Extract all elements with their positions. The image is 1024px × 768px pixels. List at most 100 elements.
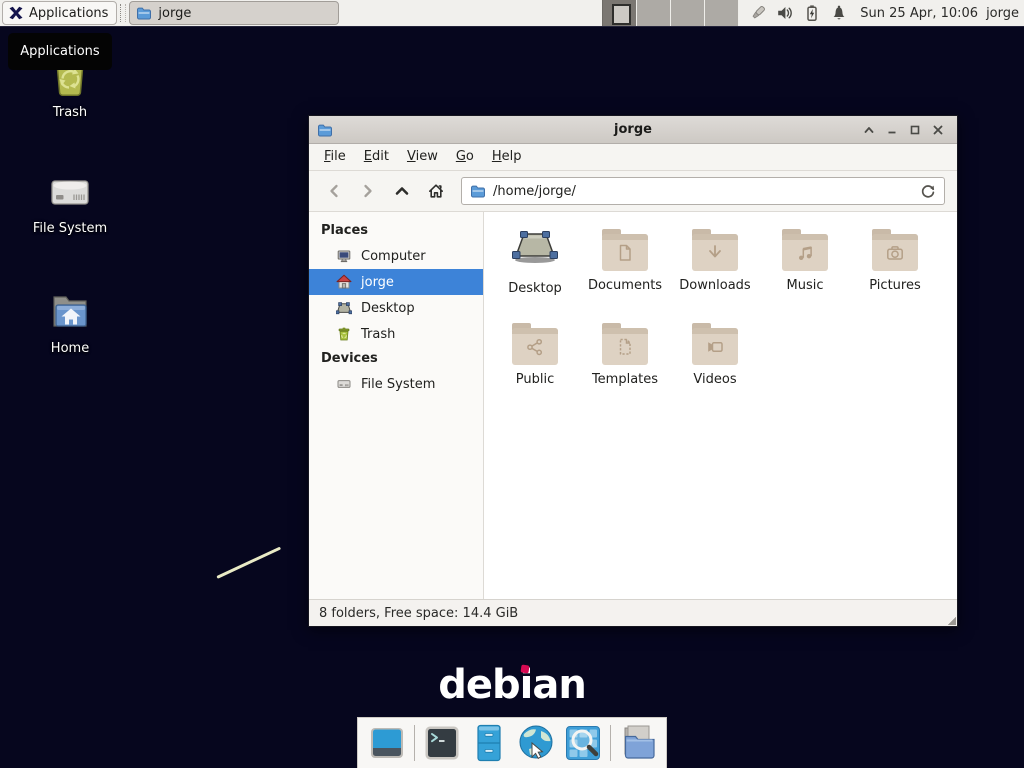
- file-item-label: Public: [516, 372, 554, 387]
- applications-menu-button[interactable]: Applications: [2, 1, 117, 25]
- battery-icon[interactable]: [803, 4, 821, 22]
- dock-separator: [414, 725, 415, 761]
- folder-download-icon: [692, 234, 738, 271]
- resize-grip[interactable]: [948, 617, 956, 625]
- trash-icon: [336, 326, 352, 342]
- home-icon: [336, 274, 352, 290]
- workspace-1[interactable]: [603, 0, 637, 26]
- folder-share-icon: [512, 328, 558, 365]
- folder-document-icon: [602, 234, 648, 271]
- folder-video-icon: [692, 328, 738, 365]
- application-finder-launcher[interactable]: [563, 723, 603, 763]
- wallpaper-line: [216, 547, 281, 579]
- sidebar-item-label: Desktop: [361, 301, 415, 316]
- file-item-downloads[interactable]: Downloads: [670, 226, 760, 320]
- file-item-label: Documents: [588, 278, 662, 293]
- sidebar-item-label: jorge: [361, 275, 394, 290]
- folder-icon: [470, 183, 486, 199]
- file-item-desktop[interactable]: Desktop: [490, 226, 580, 320]
- taskbar-window-label: jorge: [158, 6, 191, 21]
- applications-tooltip: Applications: [8, 33, 112, 70]
- sidebar-item-filesystem[interactable]: File System: [309, 371, 483, 397]
- show-desktop-button[interactable]: [367, 723, 407, 763]
- debian-logo: debian: [0, 662, 1024, 708]
- volume-icon[interactable]: [776, 4, 794, 22]
- panel-handle[interactable]: [120, 4, 126, 22]
- home-button[interactable]: [419, 176, 453, 206]
- file-item-public[interactable]: Public: [490, 320, 580, 414]
- file-manager-window: jorge File Edit View Go Help /home/jorge…: [308, 115, 958, 627]
- close-button[interactable]: [926, 118, 949, 141]
- shade-button[interactable]: [857, 118, 880, 141]
- web-browser-launcher[interactable]: [516, 723, 556, 763]
- workspace-4[interactable]: [705, 0, 739, 26]
- file-manager-launcher[interactable]: [469, 723, 509, 763]
- sidebar-item-trash[interactable]: Trash: [309, 321, 483, 347]
- desktop-icon-filesystem[interactable]: File System: [25, 168, 115, 236]
- system-tray: [749, 4, 848, 22]
- desktop-icon-home[interactable]: Home: [25, 288, 115, 356]
- toolbar: /home/jorge/: [309, 171, 957, 212]
- desktop-icon: [336, 300, 352, 316]
- top-panel: Applications jorge Sun 25 Apr, 10:06 jor…: [0, 0, 1024, 27]
- folder-music-icon: [782, 234, 828, 271]
- tooltip-text: Applications: [20, 44, 99, 59]
- file-item-label: Videos: [693, 372, 736, 387]
- menu-view[interactable]: View: [398, 145, 447, 169]
- directory-menu-launcher[interactable]: [618, 723, 658, 763]
- file-view[interactable]: Desktop Documents Downloads Music Pictur…: [484, 212, 957, 599]
- file-item-pictures[interactable]: Pictures: [850, 226, 940, 320]
- user-menu[interactable]: jorge: [986, 6, 1019, 21]
- sidebar-item-desktop[interactable]: Desktop: [309, 295, 483, 321]
- file-item-label: Downloads: [679, 278, 750, 293]
- terminal-launcher[interactable]: [422, 723, 462, 763]
- workspace-3[interactable]: [671, 0, 705, 26]
- folder-icon: [136, 5, 152, 21]
- sidebar-item-label: Trash: [361, 327, 395, 342]
- dock-panel: [357, 717, 667, 768]
- drive-icon: [336, 376, 352, 392]
- desktop-icon-label: Trash: [53, 105, 87, 120]
- desktop-special-icon: [511, 226, 559, 274]
- path-bar[interactable]: /home/jorge/: [461, 177, 945, 205]
- peripheral-icon[interactable]: [749, 4, 767, 22]
- file-item-templates[interactable]: Templates: [580, 320, 670, 414]
- menu-go[interactable]: Go: [447, 145, 483, 169]
- file-item-music[interactable]: Music: [760, 226, 850, 320]
- file-item-documents[interactable]: Documents: [580, 226, 670, 320]
- status-text: 8 folders, Free space: 14.4 GiB: [319, 606, 518, 621]
- path-text[interactable]: /home/jorge/: [493, 184, 913, 199]
- file-item-label: Templates: [592, 372, 658, 387]
- xfce-logo-icon: [8, 5, 24, 21]
- workspace-2[interactable]: [637, 0, 671, 26]
- titlebar[interactable]: jorge: [309, 116, 957, 144]
- menu-help[interactable]: Help: [483, 145, 531, 169]
- file-item-label: Desktop: [508, 281, 562, 296]
- debian-logo-text: an: [532, 662, 585, 708]
- statusbar: 8 folders, Free space: 14.4 GiB: [309, 599, 957, 626]
- sidebar-header-places: Places: [309, 219, 483, 243]
- workspace-switcher[interactable]: [602, 0, 739, 26]
- debian-logo-text: deb: [438, 662, 519, 708]
- applications-menu-label: Applications: [29, 6, 108, 21]
- up-button[interactable]: [385, 176, 419, 206]
- maximize-button[interactable]: [903, 118, 926, 141]
- home-folder-icon: [46, 288, 94, 336]
- clock[interactable]: Sun 25 Apr, 10:06: [860, 6, 978, 21]
- minimize-button[interactable]: [880, 118, 903, 141]
- forward-button[interactable]: [351, 176, 385, 206]
- sidebar-item-computer[interactable]: Computer: [309, 243, 483, 269]
- folder-template-icon: [602, 328, 648, 365]
- notifications-bell-icon[interactable]: [830, 4, 848, 22]
- back-button[interactable]: [317, 176, 351, 206]
- debian-logo-i: i: [520, 662, 533, 708]
- menu-file[interactable]: File: [315, 145, 355, 169]
- sidebar-header-devices: Devices: [309, 347, 483, 371]
- file-item-videos[interactable]: Videos: [670, 320, 760, 414]
- menu-edit[interactable]: Edit: [355, 145, 398, 169]
- folder-camera-icon: [872, 234, 918, 271]
- refresh-icon[interactable]: [920, 183, 936, 199]
- file-item-label: Music: [787, 278, 824, 293]
- taskbar-window-button[interactable]: jorge: [129, 1, 339, 25]
- sidebar-item-jorge[interactable]: jorge: [309, 269, 483, 295]
